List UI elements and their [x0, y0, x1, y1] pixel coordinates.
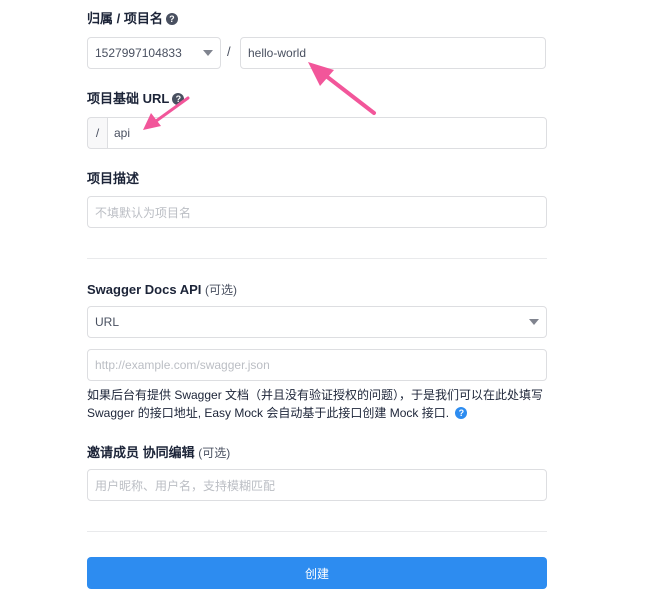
annotation-arrows [143, 62, 376, 130]
arrow-to-project-name [308, 62, 376, 115]
arrow-to-base-url [143, 96, 190, 130]
